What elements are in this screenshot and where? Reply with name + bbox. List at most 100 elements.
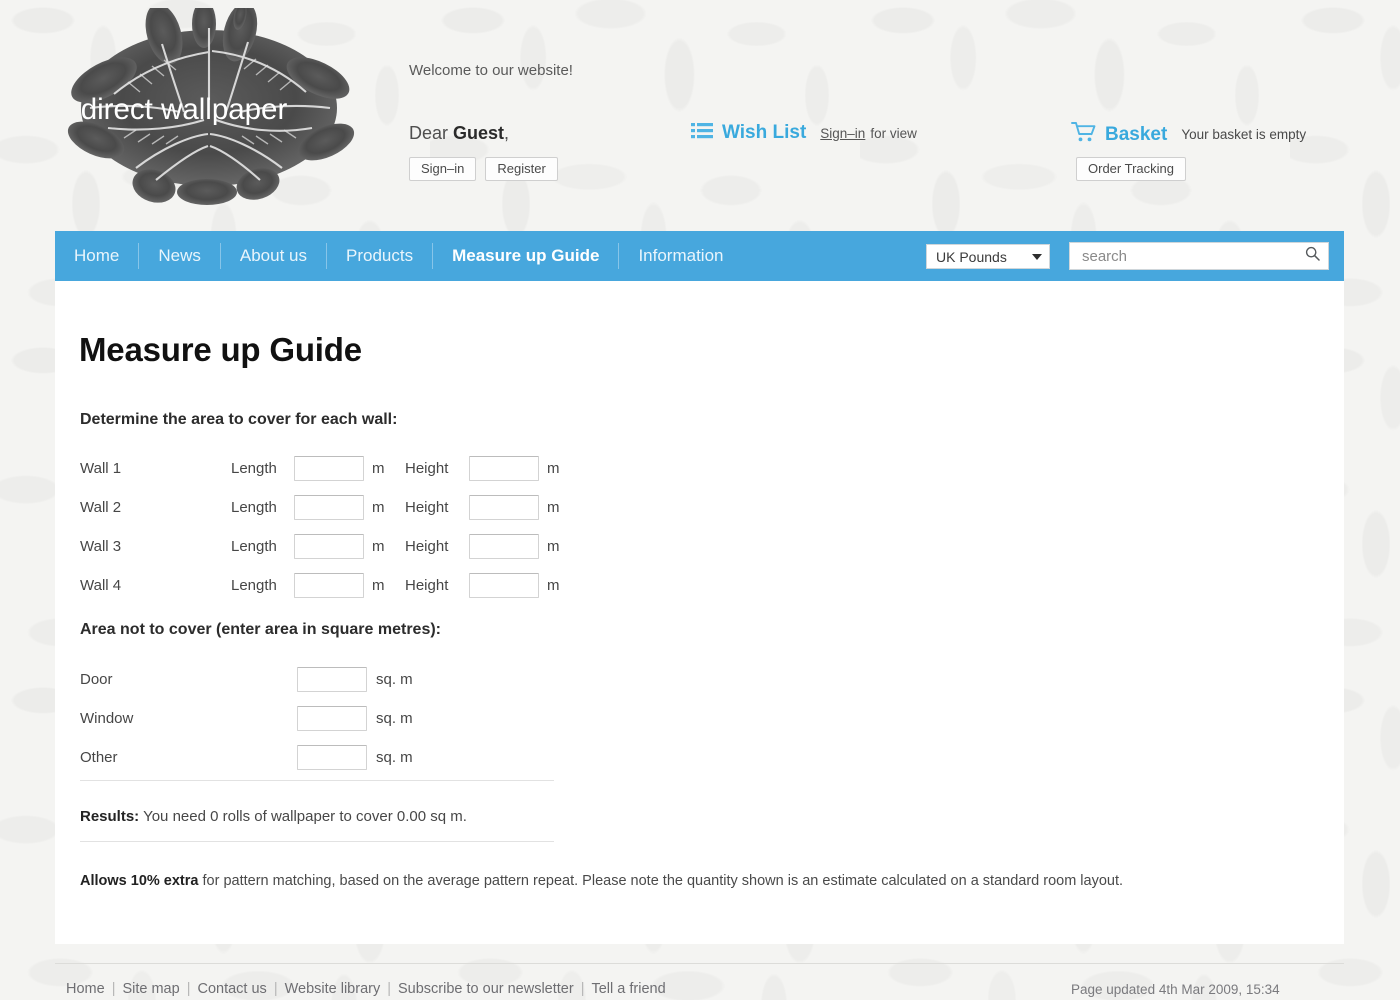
unit-metres-label: m <box>372 577 385 594</box>
wall-3-height-input[interactable] <box>469 534 539 559</box>
area-name-label: Other <box>80 749 118 766</box>
page-title: Measure up Guide <box>79 331 362 368</box>
area-rows: Door sq. m Window sq. m Other sq. m <box>80 660 413 777</box>
unit-square-metres-label: sq. m <box>376 671 413 688</box>
area-row: Window sq. m <box>80 699 413 738</box>
wall-name-label: Wall 1 <box>80 460 122 477</box>
nav-item-news[interactable]: News <box>139 231 220 281</box>
nav-item-products[interactable]: Products <box>327 231 432 281</box>
area-row: Other sq. m <box>80 738 413 777</box>
height-label: Height <box>405 577 449 594</box>
nav-item-measure-up-guide[interactable]: Measure up Guide <box>433 231 618 281</box>
wish-list-sign-in-link[interactable]: Sign–in <box>820 126 865 141</box>
welcome-message: Welcome to our website! <box>409 62 573 79</box>
footer-separator: | <box>186 981 191 997</box>
wall-name-label: Wall 3 <box>80 538 122 555</box>
wall-3-length-input[interactable] <box>294 534 364 559</box>
nav-item-information[interactable]: Information <box>619 231 742 281</box>
length-label: Length <box>231 499 277 516</box>
wall-row: Wall 4 Length m Height m <box>80 566 560 605</box>
footer-link-site-map[interactable]: Site map <box>122 981 179 997</box>
chevron-down-icon <box>1032 253 1042 260</box>
estimate-note-bold: Allows 10% extra <box>80 873 199 889</box>
wish-list-block: Wish List Sign–in for view <box>691 122 917 144</box>
nav-items: Home News About us Products Measure up Guide… <box>55 231 743 281</box>
footer-link-tell-a-friend[interactable]: Tell a friend <box>591 981 665 997</box>
site-logo[interactable]: direct wallpaper direct wallpaper <box>44 8 374 208</box>
wall-2-height-input[interactable] <box>469 495 539 520</box>
results-label: Results: <box>80 808 140 825</box>
main-navigation: Home News About us Products Measure up Guide… <box>55 231 1344 281</box>
wall-4-length-input[interactable] <box>294 573 364 598</box>
greeting-username: Guest <box>453 123 505 143</box>
footer-divider <box>55 963 1344 964</box>
area-name-label: Door <box>80 671 113 688</box>
area-row: Door sq. m <box>80 660 413 699</box>
window-area-input[interactable] <box>297 706 367 731</box>
door-area-input[interactable] <box>297 667 367 692</box>
shopping-cart-icon <box>1071 121 1097 148</box>
estimate-note-text: for pattern matching, based on the avera… <box>198 873 1124 889</box>
search-input[interactable] <box>1080 246 1305 266</box>
unit-square-metres-label: sq. m <box>376 749 413 766</box>
estimate-note: Allows 10% extra for pattern matching, b… <box>80 870 1295 892</box>
basket-link[interactable]: Basket <box>1105 124 1167 146</box>
wall-rows: Wall 1 Length m Height m Wall 2 Length m Height m… <box>80 449 560 605</box>
wall-name-label: Wall 2 <box>80 499 122 516</box>
unit-metres-label: m <box>372 460 385 477</box>
height-label: Height <box>405 460 449 477</box>
order-tracking-wrapper: Order Tracking <box>1076 157 1186 181</box>
nav-item-about-us[interactable]: About us <box>221 231 326 281</box>
greeting: Dear Guest, <box>409 123 509 144</box>
footer-separator: | <box>387 981 391 997</box>
wall-1-height-input[interactable] <box>469 456 539 481</box>
footer-link-subscribe-to-our-newsletter[interactable]: Subscribe to our newsletter <box>398 981 574 997</box>
results-divider-top <box>80 780 554 781</box>
wall-4-height-input[interactable] <box>469 573 539 598</box>
area-name-label: Window <box>80 710 134 727</box>
greeting-suffix: , <box>504 123 510 143</box>
footer-separator: | <box>273 981 278 997</box>
wall-row: Wall 3 Length m Height m <box>80 527 560 566</box>
register-button[interactable]: Register <box>485 157 558 181</box>
search-box[interactable] <box>1069 242 1329 270</box>
footer-link-home[interactable]: Home <box>66 981 105 997</box>
unit-metres-label: m <box>372 499 385 516</box>
footer-links: Home | Site map | Contact us | Website library… <box>66 981 666 997</box>
wish-list-for-view-text: for view <box>870 125 917 141</box>
unit-metres-label: m <box>547 577 560 594</box>
walls-section-heading: Determine the area to cover for each wal… <box>80 411 398 428</box>
other-area-input[interactable] <box>297 745 367 770</box>
order-tracking-button[interactable]: Order Tracking <box>1076 157 1186 181</box>
length-label: Length <box>231 460 277 477</box>
footer-link-contact-us[interactable]: Contact us <box>197 981 266 997</box>
content-panel: Measure up Guide Determine the area to c… <box>55 281 1344 944</box>
wall-row: Wall 1 Length m Height m <box>80 449 560 488</box>
account-buttons: Sign–in Register <box>409 157 558 181</box>
search-icon[interactable] <box>1305 246 1320 266</box>
currency-selected-label: UK Pounds <box>936 248 1007 265</box>
greeting-prefix: Dear <box>409 123 454 143</box>
results-text: Results: You need 0 rolls of wallpaper t… <box>80 808 467 825</box>
basket-status-text: Your basket is empty <box>1181 127 1307 142</box>
height-label: Height <box>405 499 449 516</box>
wall-name-label: Wall 4 <box>80 577 122 594</box>
footer-separator: | <box>580 981 585 997</box>
unit-square-metres-label: sq. m <box>376 710 413 727</box>
unit-metres-label: m <box>547 499 560 516</box>
basket-block: Basket Your basket is empty <box>1071 121 1306 148</box>
page-updated-text: Page updated 4th Mar 2009, 15:34 <box>1071 982 1280 997</box>
wall-row: Wall 2 Length m Height m <box>80 488 560 527</box>
nav-item-home[interactable]: Home <box>55 231 138 281</box>
wall-1-length-input[interactable] <box>294 456 364 481</box>
footer-separator: | <box>111 981 116 997</box>
results-value: You need 0 rolls of wallpaper to cover 0… <box>139 808 467 825</box>
results-divider-bottom <box>80 841 554 842</box>
unit-metres-label: m <box>372 538 385 555</box>
sign-in-button[interactable]: Sign–in <box>409 157 477 181</box>
wish-list-link[interactable]: Wish List <box>722 122 806 144</box>
currency-selector[interactable]: UK Pounds <box>926 244 1050 269</box>
wall-2-length-input[interactable] <box>294 495 364 520</box>
site-header: direct wallpaper direct wallpaper Welcom… <box>0 0 1400 228</box>
footer-link-website-library[interactable]: Website library <box>285 981 381 997</box>
